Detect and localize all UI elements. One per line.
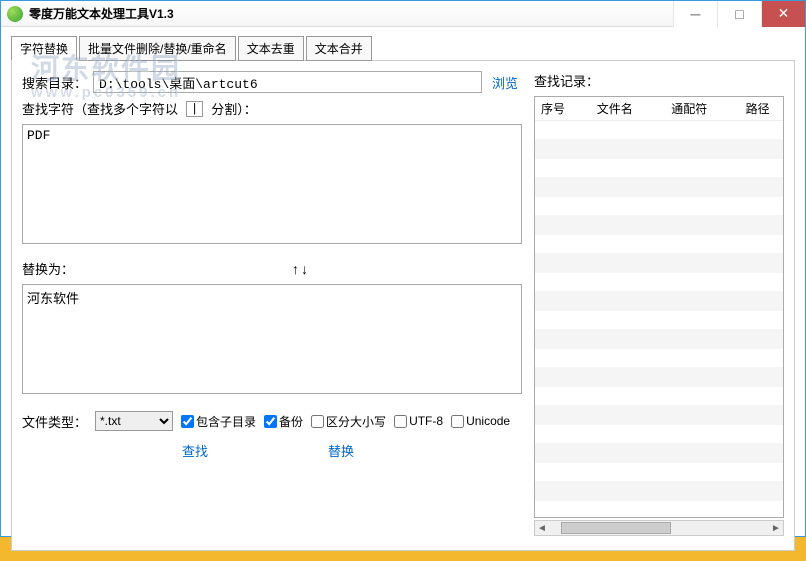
records-table-wrap[interactable]: 序号 文件名 通配符 路径 (534, 96, 784, 518)
col-index[interactable]: 序号 (535, 97, 591, 121)
app-window: 零度万能文本处理工具V1.3 ─ □ ✕ 河东软件园 www.pc0359.cn… (0, 0, 806, 537)
browse-button[interactable]: 浏览 (488, 73, 522, 92)
search-dir-label: 搜索目录： (22, 73, 87, 92)
tab-bar: 字符替换 批量文件删除/替换/重命名 文本去重 文本合并 (11, 35, 795, 60)
tab-dedup[interactable]: 文本去重 (238, 36, 304, 61)
replace-label: 替换为： (22, 259, 74, 278)
left-column: 搜索目录： 浏览 查找字符（查找多个字符以 | 分割）： PDF 替换为： (22, 71, 522, 536)
scroll-left-icon[interactable]: ◄ (535, 523, 549, 534)
cb-unicode[interactable]: Unicode (451, 414, 510, 428)
scroll-right-icon[interactable]: ► (769, 523, 783, 534)
main-panel: 搜索目录： 浏览 查找字符（查找多个字符以 | 分割）： PDF 替换为： (11, 60, 795, 551)
records-tbody (535, 121, 784, 501)
replace-button[interactable]: 替换 (328, 441, 354, 460)
horizontal-scrollbar[interactable]: ◄ ► (534, 520, 784, 536)
options-row: 文件类型： *.txt 包含子目录 备份 区分大小写 UTF-8 Unicode (22, 411, 522, 431)
col-path[interactable]: 路径 (740, 97, 784, 121)
find-button[interactable]: 查找 (182, 441, 208, 460)
close-button[interactable]: ✕ (761, 1, 805, 27)
scroll-thumb[interactable] (561, 522, 671, 534)
action-buttons: 查找 替换 (22, 441, 522, 460)
search-dir-input[interactable] (93, 71, 482, 93)
tab-merge[interactable]: 文本合并 (306, 36, 372, 61)
filetype-select[interactable]: *.txt (95, 411, 173, 431)
tab-batch-file[interactable]: 批量文件删除/替换/重命名 (79, 36, 236, 61)
window-title: 零度万能文本处理工具V1.3 (29, 5, 174, 22)
right-column: 查找记录： 序号 文件名 通配符 路径 (534, 71, 784, 536)
separator-box: | (186, 101, 203, 117)
swap-button[interactable]: ↑↓ (292, 261, 310, 277)
records-table: 序号 文件名 通配符 路径 (535, 97, 784, 501)
titlebar: 零度万能文本处理工具V1.3 ─ □ ✕ (1, 1, 805, 27)
replace-textarea[interactable]: 河东软件 (22, 284, 522, 394)
col-filename[interactable]: 文件名 (591, 97, 665, 121)
cb-utf8[interactable]: UTF-8 (394, 414, 443, 428)
find-textarea[interactable]: PDF (22, 124, 522, 244)
maximize-button[interactable]: □ (717, 1, 761, 27)
minimize-button[interactable]: ─ (673, 1, 717, 27)
cb-backup[interactable]: 备份 (264, 413, 303, 430)
cb-case[interactable]: 区分大小写 (311, 413, 386, 430)
find-char-label-b: 分割）： (211, 99, 257, 118)
filetype-label: 文件类型： (22, 412, 87, 431)
tab-char-replace[interactable]: 字符替换 (11, 36, 77, 61)
app-icon (7, 6, 23, 22)
find-char-label-a: 查找字符（查找多个字符以 (22, 99, 178, 118)
cb-subdir[interactable]: 包含子目录 (181, 413, 256, 430)
records-title: 查找记录： (534, 71, 784, 90)
window-controls: ─ □ ✕ (673, 1, 805, 27)
content-area: 河东软件园 www.pc0359.cn 官方主页 问题反馈 字符替换 批量文件删… (1, 27, 805, 561)
col-wildcard[interactable]: 通配符 (665, 97, 739, 121)
